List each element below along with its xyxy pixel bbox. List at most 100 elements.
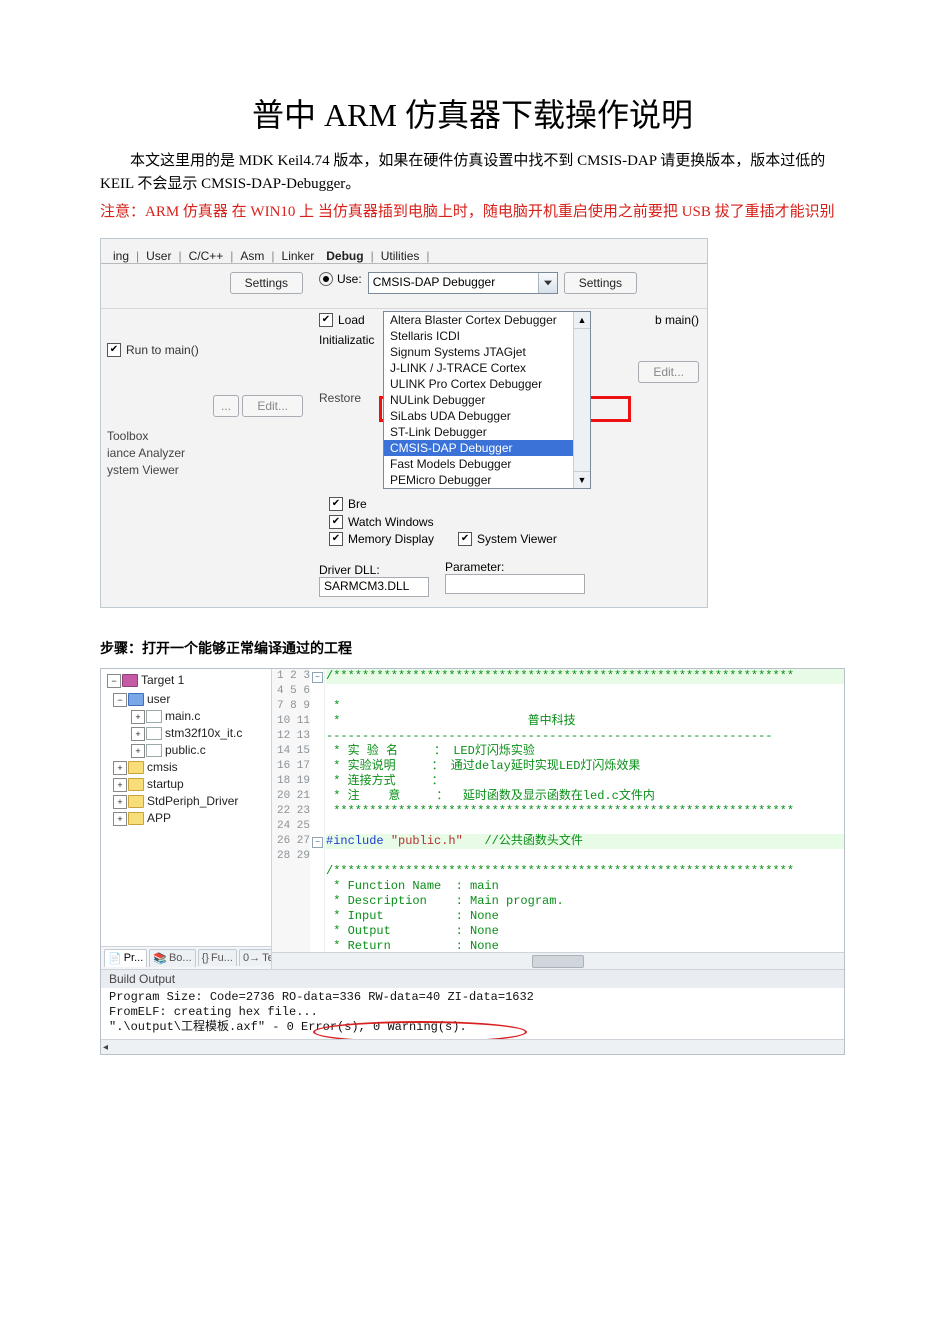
dropdown-item[interactable]: J-LINK / J-TRACE Cortex — [384, 360, 590, 376]
dropdown-item[interactable]: CMSIS-DAP Debugger — [384, 440, 590, 456]
tree-node[interactable]: +main.c — [113, 708, 271, 725]
chevron-down-icon[interactable] — [538, 273, 557, 293]
dropdown-item[interactable]: Altera Blaster Cortex Debugger — [384, 312, 590, 328]
breakpoints-checkbox[interactable]: ✔ Bre — [329, 497, 367, 511]
driver-dll-label: Driver DLL: — [319, 563, 429, 577]
tree-node[interactable]: +public.c — [113, 742, 271, 759]
tree-label: stm32f10x_it.c — [165, 726, 242, 740]
project-panel-tab[interactable]: 📚Bo... — [149, 949, 195, 967]
driver-dll-input[interactable]: SARMCM3.DLL — [319, 577, 429, 597]
tree-label: cmsis — [147, 760, 178, 774]
tab-listing[interactable]: ing — [107, 249, 135, 263]
scroll-up-icon[interactable]: ▲ — [574, 312, 590, 329]
load-label: Load — [338, 313, 365, 327]
doc-intro: 本文这里用的是 MDK Keil4.74 版本，如果在硬件仿真设置中找不到 CM… — [100, 150, 845, 197]
project-tree[interactable]: −Target 1 −user+main.c+stm32f10x_it.c+pu… — [101, 669, 272, 969]
tab-debug[interactable]: Debug — [320, 249, 369, 263]
checkbox-checked-icon: ✔ — [329, 515, 343, 529]
watch-checkbox[interactable]: ✔ Watch Windows — [329, 515, 434, 529]
tab-utilities[interactable]: Utilities — [375, 249, 426, 263]
project-panel-tabs[interactable]: 📄Pr...📚Bo...{}Fu...0→Te... — [101, 946, 271, 969]
tree-collapse-icon[interactable]: − — [113, 693, 127, 707]
dropdown-item[interactable]: NULink Debugger — [384, 392, 590, 408]
tab-linker[interactable]: Linker — [276, 249, 321, 263]
tree-expand-icon[interactable]: + — [113, 778, 127, 792]
parameter-label: Parameter: — [445, 560, 585, 574]
run-to-main-checkbox[interactable]: ✔ Run to main() — [107, 343, 199, 357]
parameter-input[interactable] — [445, 574, 585, 594]
dropdown-item[interactable]: Signum Systems JTAGjet — [384, 344, 590, 360]
tree-node[interactable]: − user — [113, 691, 271, 708]
tree-expand-icon[interactable]: + — [131, 744, 145, 758]
project-panel-tab[interactable]: {}Fu... — [198, 949, 237, 966]
fold-collapse-icon[interactable]: − — [312, 672, 323, 683]
dropdown-item[interactable]: PEMicro Debugger — [384, 472, 590, 488]
dropdown-item[interactable]: ULINK Pro Cortex Debugger — [384, 376, 590, 392]
dropdown-item[interactable]: ST-Link Debugger — [384, 424, 590, 440]
edit-button-left[interactable]: Edit... — [242, 395, 303, 417]
dropdown-item[interactable]: SiLabs UDA Debugger — [384, 408, 590, 424]
project-panel-tab[interactable]: 📄Pr... — [104, 949, 147, 967]
tree-node[interactable]: + StdPeriph_Driver — [113, 793, 271, 810]
tab-cpp[interactable]: C/C++ — [183, 249, 230, 263]
tab-user[interactable]: User — [140, 249, 177, 263]
line-gutter: 1 2 3 4 5 6 7 8 9 10 11 12 13 14 15 16 1… — [272, 669, 315, 953]
tree-expand-icon[interactable]: + — [131, 727, 145, 741]
folder-icon — [128, 795, 144, 808]
tree-label: StdPeriph_Driver — [147, 794, 238, 808]
fold-collapse-icon[interactable]: − — [312, 837, 323, 848]
tab-icon: 0→ — [243, 952, 260, 964]
file-browse-button[interactable]: ... — [213, 395, 239, 417]
tree-expand-icon[interactable]: + — [131, 710, 145, 724]
dropdown-item[interactable]: Stellaris ICDI — [384, 328, 590, 344]
scroll-down-icon[interactable]: ▼ — [574, 471, 590, 488]
tab-asm[interactable]: Asm — [234, 249, 270, 263]
toolbox-label: Toolbox — [107, 429, 303, 443]
build-output-console[interactable]: Program Size: Code=2736 RO-data=336 RW-d… — [101, 988, 844, 1039]
checkbox-checked-icon: ✔ — [107, 343, 121, 357]
memory-display-checkbox[interactable]: ✔ Memory Display — [329, 532, 434, 546]
code-editor[interactable]: 1 2 3 4 5 6 7 8 9 10 11 12 13 14 15 16 1… — [272, 669, 844, 969]
scroll-thumb[interactable] — [532, 955, 584, 968]
tree-node[interactable]: +APP — [113, 810, 271, 827]
tree-root[interactable]: Target 1 — [141, 673, 184, 687]
scroll-left-icon[interactable]: ◂ — [103, 1042, 108, 1053]
tree-expand-icon[interactable]: + — [113, 795, 127, 809]
tree-expand-icon[interactable]: + — [113, 761, 127, 775]
debugger-dropdown[interactable]: ▲ ▼ Altera Blaster Cortex DebuggerStella… — [383, 311, 591, 489]
doc-title: 普中 ARM 仿真器下载操作说明 — [100, 90, 845, 136]
tab-icon: 📚 — [153, 952, 167, 965]
checkbox-checked-icon: ✔ — [329, 497, 343, 511]
step-text: 步骤：打开一个能够正常编译通过的工程 — [100, 638, 845, 658]
settings-button-right[interactable]: Settings — [564, 272, 637, 294]
dropdown-item[interactable]: Fast Models Debugger — [384, 456, 590, 472]
debugger-combo[interactable]: CMSIS-DAP Debugger — [368, 272, 558, 294]
init-label: Initializatic — [319, 333, 374, 347]
bottom-scrollbar[interactable]: ◂ — [101, 1039, 844, 1054]
tab-icon: {} — [202, 952, 209, 964]
folder-icon — [128, 812, 144, 825]
run-to-main-label: Run to main() — [126, 343, 199, 357]
tree-node[interactable]: + stm32f10x_it.c — [113, 725, 271, 742]
folder-icon — [128, 778, 144, 791]
code-area[interactable]: /***************************************… — [326, 669, 844, 953]
dropdown-scrollbar[interactable]: ▲ ▼ — [573, 312, 590, 488]
project-panel-tab[interactable]: 0→Te... — [239, 949, 272, 966]
settings-button-left[interactable]: Settings — [230, 272, 303, 294]
tree-expand-icon[interactable]: + — [113, 812, 127, 826]
edit-button-right[interactable]: Edit... — [638, 361, 699, 383]
tree-node[interactable]: + cmsis — [113, 759, 271, 776]
target-icon — [122, 674, 138, 687]
system-viewer-checkbox[interactable]: ✔ System Viewer — [458, 532, 557, 546]
tree-node[interactable]: +startup — [113, 776, 271, 793]
tree-collapse-icon[interactable]: − — [107, 674, 121, 688]
checkbox-checked-icon: ✔ — [458, 532, 472, 546]
tree-label: user — [147, 692, 170, 706]
restore-group-label: Restore — [317, 391, 363, 405]
load-checkbox[interactable]: ✔ Load — [319, 313, 365, 327]
fold-gutter[interactable]: −−−− — [310, 669, 325, 953]
use-radio[interactable]: Use: — [319, 272, 362, 286]
file-icon — [146, 744, 162, 757]
editor-horizontal-scrollbar[interactable] — [272, 952, 844, 969]
console-line: FromELF: creating hex file... — [109, 1005, 836, 1020]
